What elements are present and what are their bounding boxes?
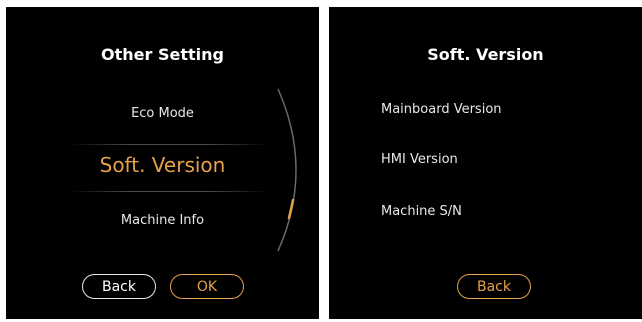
machine-sn-label: Machine S/N — [381, 204, 462, 219]
back-button[interactable]: Back — [82, 274, 156, 299]
back-button[interactable]: Back — [457, 274, 531, 299]
screen-title: Other Setting — [101, 45, 224, 64]
ok-button[interactable]: OK — [170, 274, 244, 299]
other-setting-screen: Other Setting Eco Mode Soft. Version Mac… — [6, 7, 319, 319]
hmi-version-label: HMI Version — [381, 152, 458, 167]
menu-item-eco-mode[interactable]: Eco Mode — [6, 106, 319, 121]
soft-version-screen: Soft. Version Mainboard Version HMI Vers… — [329, 7, 642, 319]
menu-item-machine-info[interactable]: Machine Info — [6, 213, 319, 228]
mainboard-version-label: Mainboard Version — [381, 102, 502, 117]
scroll-indicator[interactable] — [274, 85, 314, 255]
menu-item-soft-version[interactable]: Soft. Version — [6, 153, 319, 177]
scroll-track — [277, 88, 297, 252]
screen-title: Soft. Version — [427, 45, 544, 64]
selection-divider-bottom — [69, 191, 269, 192]
selection-divider-top — [69, 144, 269, 145]
